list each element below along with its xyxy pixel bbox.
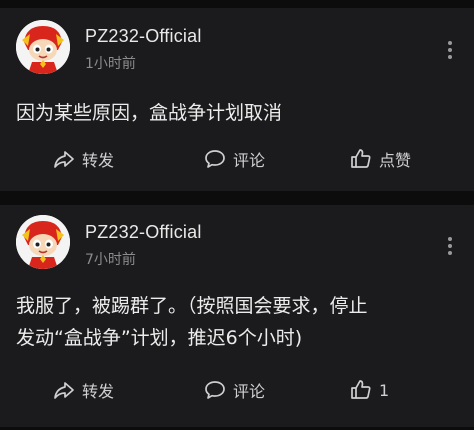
repost-label: 转发 <box>82 151 115 170</box>
avatar[interactable] <box>16 20 70 74</box>
thumbs-up-icon <box>351 380 371 399</box>
repost-button[interactable]: 转发 <box>52 375 114 405</box>
comment-button[interactable]: 评论 <box>203 144 265 174</box>
post-text: 我服了，被踢群了。（按照国会要求，停止 发动“盒战争”计划，推迟6个小时) <box>16 290 454 354</box>
post-feed: PZ232-Official 1小时前 因为某些原因，盒战争计划取消 转发 评论 <box>0 0 474 430</box>
comment-button[interactable]: 评论 <box>203 375 265 405</box>
post-text-line: 发动“盒战争”计划，推迟6个小时) <box>16 327 303 349</box>
avatar[interactable] <box>16 215 70 269</box>
post-time: 1小时前 <box>85 56 136 72</box>
repost-button[interactable]: 转发 <box>52 144 114 174</box>
comment-label: 评论 <box>233 151 266 170</box>
more-icon[interactable] <box>448 41 452 59</box>
post-card: PZ232-Official 1小时前 因为某些原因，盒战争计划取消 转发 评论 <box>0 8 474 191</box>
like-count: 1 <box>379 380 390 400</box>
post-text-line: 我服了，被踢群了。（按照国会要求，停止 <box>16 295 368 317</box>
comment-icon <box>205 150 225 168</box>
post-time: 7小时前 <box>85 252 136 268</box>
more-icon[interactable] <box>448 237 452 255</box>
mascot-icon <box>16 215 70 269</box>
share-icon <box>54 382 74 399</box>
author-name[interactable]: PZ232-Official <box>85 222 202 243</box>
author-name[interactable]: PZ232-Official <box>85 26 202 47</box>
thumbs-up-icon <box>351 149 371 168</box>
comment-label: 评论 <box>233 382 266 401</box>
like-button[interactable]: 点赞 <box>349 144 411 174</box>
mascot-icon <box>16 20 70 74</box>
post-actions: 转发 评论 点赞 <box>0 144 474 174</box>
repost-label: 转发 <box>82 382 115 401</box>
post-card: PZ232-Official 7小时前 我服了，被踢群了。（按照国会要求，停止 … <box>0 205 474 427</box>
share-icon <box>54 151 74 168</box>
like-button[interactable]: 1 <box>349 375 389 405</box>
post-text: 因为某些原因，盒战争计划取消 <box>16 102 283 124</box>
comment-icon <box>205 381 225 399</box>
post-actions: 转发 评论 1 <box>0 375 474 405</box>
like-label: 点赞 <box>379 151 412 170</box>
